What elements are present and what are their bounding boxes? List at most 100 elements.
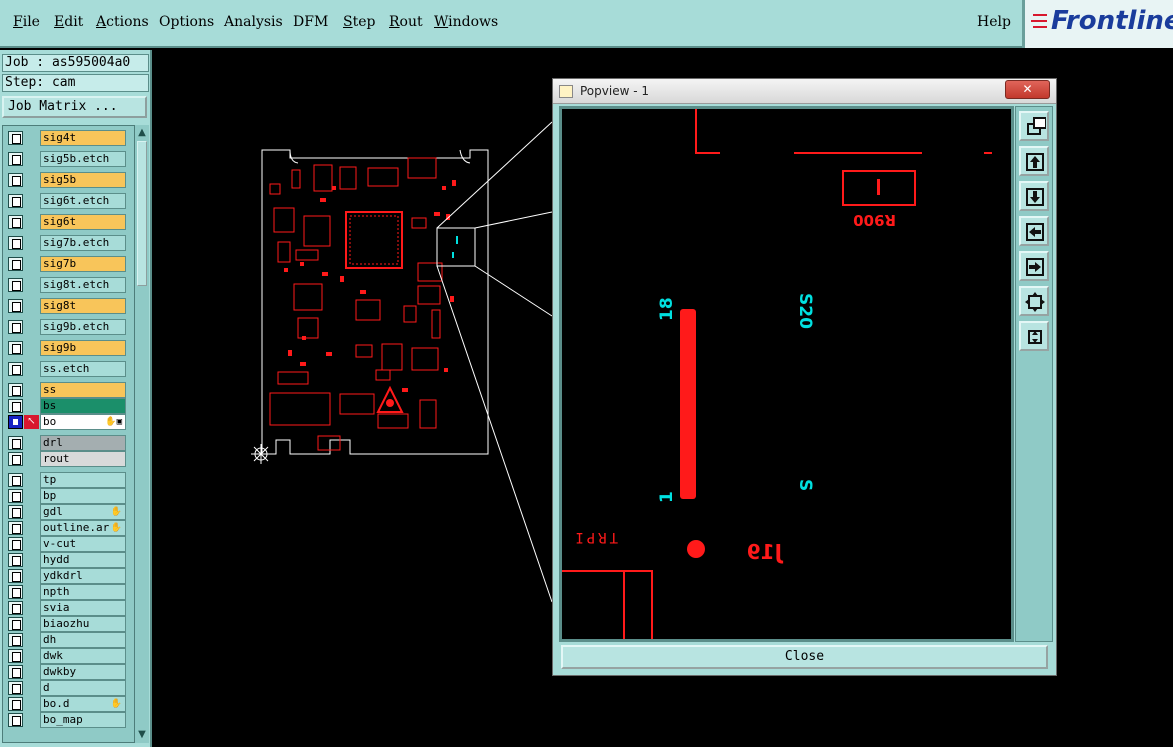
layer-row-d[interactable]: d — [7, 680, 137, 696]
layer-name[interactable]: sig9b.etch — [40, 319, 126, 335]
layer-name[interactable]: d — [40, 680, 126, 696]
layer-name[interactable]: dwkby — [40, 664, 126, 680]
layer-name[interactable]: rout — [40, 451, 126, 467]
layer-row-bo[interactable]: ↖ bo ✋▣ — [7, 414, 137, 430]
menu-help[interactable]: Help — [977, 14, 1011, 30]
layer-checkbox[interactable] — [8, 299, 23, 313]
close-icon[interactable]: ✕ — [1005, 80, 1050, 99]
layer-name[interactable]: sig6t.etch — [40, 193, 126, 209]
menu-edit[interactable]: Edit — [54, 14, 83, 30]
menu-options[interactable]: Options — [159, 14, 214, 30]
layer-row-sig7b-etch[interactable]: sig7b.etch — [7, 235, 137, 251]
layer-checkbox[interactable] — [8, 415, 23, 429]
layer-name[interactable]: bo ✋▣ — [40, 414, 126, 430]
layer-name[interactable]: ss.etch — [40, 361, 126, 377]
layer-row-sig4t[interactable]: sig4t — [7, 130, 137, 146]
layer-name[interactable]: sig7b — [40, 256, 126, 272]
layer-name[interactable]: sig8t — [40, 298, 126, 314]
layer-name[interactable]: sig4t — [40, 130, 126, 146]
layer-name[interactable]: gdl ✋ — [40, 504, 126, 520]
layer-name[interactable]: dwk — [40, 648, 126, 664]
scroll-thumb[interactable] — [137, 141, 147, 286]
menu-windows[interactable]: Windows — [434, 14, 498, 30]
layer-name[interactable]: ss — [40, 382, 126, 398]
layer-checkbox[interactable] — [8, 436, 23, 450]
pan-up-icon[interactable] — [1019, 146, 1049, 176]
layer-name[interactable]: dh — [40, 632, 126, 648]
layer-name[interactable]: tp — [40, 472, 126, 488]
layer-name[interactable]: bo_map — [40, 712, 126, 728]
layer-checkbox[interactable] — [8, 601, 23, 615]
layer-checkbox[interactable] — [8, 257, 23, 271]
scroll-up-icon[interactable]: ▲ — [136, 127, 148, 139]
layer-row-sig6t-etch[interactable]: sig6t.etch — [7, 193, 137, 209]
menu-step[interactable]: Step — [343, 14, 375, 30]
layer-row-sig6t[interactable]: sig6t — [7, 214, 137, 230]
zoom-window-icon[interactable] — [1019, 111, 1049, 141]
layer-checkbox[interactable] — [8, 194, 23, 208]
close-button[interactable]: Close — [561, 645, 1048, 669]
layer-checkbox[interactable] — [8, 681, 23, 695]
layer-checkbox[interactable] — [8, 713, 23, 727]
layer-name[interactable]: hydd — [40, 552, 126, 568]
layer-name[interactable]: v-cut — [40, 536, 126, 552]
layer-checkbox[interactable] — [8, 278, 23, 292]
layer-checkbox[interactable] — [8, 617, 23, 631]
layer-row-sig9b-etch[interactable]: sig9b.etch — [7, 319, 137, 335]
layer-name[interactable]: bs — [40, 398, 126, 414]
layer-name[interactable]: bp — [40, 488, 126, 504]
popview-titlebar[interactable]: Popview - 1 ✕ — [553, 79, 1056, 104]
layer-name[interactable]: biaozhu — [40, 616, 126, 632]
layer-name[interactable]: svia — [40, 600, 126, 616]
layer-row-npth[interactable]: npth — [7, 584, 137, 600]
layer-name[interactable]: sig8t.etch — [40, 277, 126, 293]
layer-checkbox[interactable] — [8, 505, 23, 519]
layer-row-sig7b[interactable]: sig7b — [7, 256, 137, 272]
layer-checkbox[interactable] — [8, 649, 23, 663]
layer-row-sig5b[interactable]: sig5b — [7, 172, 137, 188]
layer-row-rout[interactable]: rout — [7, 451, 137, 467]
layer-row-dwk[interactable]: dwk — [7, 648, 137, 664]
layer-row-sig8t-etch[interactable]: sig8t.etch — [7, 277, 137, 293]
layer-name[interactable]: sig9b — [40, 340, 126, 356]
pan-left-icon[interactable] — [1019, 216, 1049, 246]
layer-checkbox[interactable] — [8, 341, 23, 355]
layer-checkbox[interactable] — [8, 569, 23, 583]
layer-checkbox[interactable] — [8, 521, 23, 535]
layer-checkbox[interactable] — [8, 215, 23, 229]
zoom-home-icon[interactable] — [1019, 286, 1049, 316]
layer-checkbox[interactable] — [8, 537, 23, 551]
job-matrix-button[interactable]: Job Matrix ... — [2, 96, 147, 118]
pan-down-icon[interactable] — [1019, 181, 1049, 211]
layer-name[interactable]: npth — [40, 584, 126, 600]
layer-name[interactable]: outline.ar ✋ — [40, 520, 126, 536]
layer-name[interactable]: sig5b — [40, 172, 126, 188]
layer-row-bo-d[interactable]: bo.d ✋ — [7, 696, 137, 712]
layer-row-ss-etch[interactable]: ss.etch — [7, 361, 137, 377]
layer-checkbox[interactable] — [8, 399, 23, 413]
menu-actions[interactable]: Actions — [96, 14, 149, 30]
layer-row-tp[interactable]: tp — [7, 472, 137, 488]
scroll-down-icon[interactable]: ▼ — [136, 729, 148, 741]
layer-name[interactable]: sig7b.etch — [40, 235, 126, 251]
menu-rout[interactable]: Rout — [389, 14, 423, 30]
layer-checkbox[interactable] — [8, 320, 23, 334]
layer-row-ss[interactable]: ss — [7, 382, 137, 398]
layer-name[interactable]: sig5b.etch — [40, 151, 126, 167]
layer-checkbox[interactable] — [8, 489, 23, 503]
layer-checkbox[interactable] — [8, 152, 23, 166]
layer-checkbox[interactable] — [8, 452, 23, 466]
layer-row-drl[interactable]: drl — [7, 435, 137, 451]
layer-checkbox[interactable] — [8, 173, 23, 187]
layer-row-bs[interactable]: bs — [7, 398, 137, 414]
popview-canvas[interactable]: R900 18 1 S20 S TRPI J19 — [559, 106, 1014, 642]
layer-row-outline-ar[interactable]: outline.ar ✋ — [7, 520, 137, 536]
layer-checkbox[interactable] — [8, 633, 23, 647]
layer-checkbox[interactable] — [8, 665, 23, 679]
layer-checkbox[interactable] — [8, 236, 23, 250]
menu-file[interactable]: File — [13, 14, 40, 30]
layer-row-bo-map[interactable]: bo_map — [7, 712, 137, 728]
fit-icon[interactable] — [1019, 321, 1049, 351]
layer-row-bp[interactable]: bp — [7, 488, 137, 504]
layer-row-hydd[interactable]: hydd — [7, 552, 137, 568]
